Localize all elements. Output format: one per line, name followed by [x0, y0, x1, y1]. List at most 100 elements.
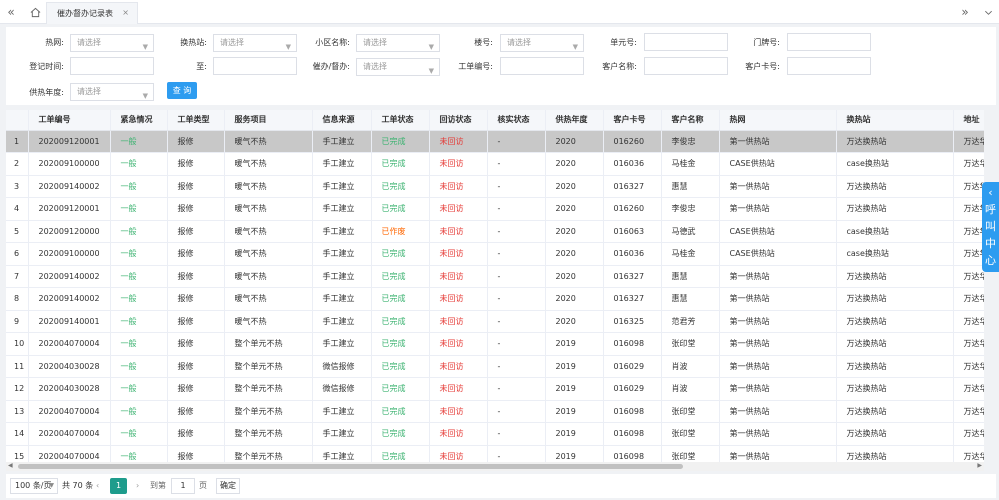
table-cell: 9 — [6, 310, 29, 333]
column-header[interactable]: 地址 — [953, 110, 984, 131]
table-cell: 马德武 — [661, 220, 720, 243]
table-row[interactable]: 5 202009120000 一般 报修 暖气不热 手工建立 已作废 未回访 -2020 0160… — [6, 220, 984, 243]
scroll-right-arrow-icon[interactable]: ▶ — [977, 462, 982, 469]
table-row[interactable]: 3 202009140002 一般 报修 暖气不热 手工建立 已完成 未回访 -2020 0163… — [6, 175, 984, 198]
table-cell: case换热站 — [836, 152, 954, 176]
table-cell: 张印堂 — [661, 332, 720, 356]
table-cell: - — [487, 445, 546, 462]
table-cell: CASE供热站 — [719, 152, 837, 176]
table-cell: 未回访 — [429, 287, 488, 311]
table-cell: 范君芳 — [661, 310, 720, 333]
scrollbar-thumb[interactable] — [18, 464, 683, 469]
table-cell: 报修 — [167, 445, 225, 462]
home-icon[interactable] — [24, 0, 46, 24]
reg-time-start-input[interactable] — [70, 57, 154, 75]
column-header[interactable]: 工单状态 — [371, 110, 430, 131]
column-header[interactable] — [6, 110, 29, 131]
column-header[interactable]: 工单编号 — [28, 110, 111, 131]
unit-input[interactable] — [644, 33, 728, 51]
table-row[interactable]: 6 202009100000 一般 报修 暖气不热 手工建立 已完成 未回访 -2020 0160… — [6, 242, 984, 266]
table-row[interactable]: 13 202004070004 一般 报修 整个单元不热 手工建立 已完成 未回访 -2019 0… — [6, 400, 984, 423]
table-cell: - — [487, 152, 546, 176]
table-cell: 2019 — [545, 400, 604, 423]
table-cell: 已完成 — [371, 332, 430, 356]
horizontal-scrollbar[interactable]: ◀ ▶ — [6, 462, 984, 471]
order-no-input[interactable] — [500, 57, 584, 75]
table-row[interactable]: 1 202009120001 一般 报修 暖气不热 手工建立 已完成 未回访 -2020 0162… — [6, 130, 984, 153]
community-select[interactable]: 请选择 ▼ — [356, 34, 440, 52]
call-center-button[interactable]: ‹ 呼叫中心 — [982, 182, 999, 272]
customer-name-label: 客户名称: — [602, 62, 637, 71]
scroll-left-arrow-icon[interactable]: ◀ — [8, 462, 13, 469]
table-cell: - — [487, 242, 546, 266]
table-row[interactable]: 2 202009100000 一般 报修 暖气不热 手工建立 已完成 未回访 -2020 0160… — [6, 152, 984, 176]
table-row[interactable]: 14 202004070004 一般 报修 整个单元不热 手工建立 已完成 未回访 -2019 0… — [6, 422, 984, 446]
prev-page-icon[interactable]: ‹ — [96, 478, 99, 494]
table-cell: 张印堂 — [661, 445, 720, 462]
table-cell: 未回访 — [429, 377, 488, 401]
close-icon[interactable]: × — [122, 8, 129, 17]
table-cell: 手工建立 — [312, 175, 372, 198]
to-label: 至: — [196, 62, 207, 71]
customer-name-input[interactable] — [644, 57, 728, 75]
page-1-button[interactable]: 1 — [110, 478, 127, 494]
column-header[interactable]: 客户名称 — [661, 110, 720, 131]
column-header[interactable]: 供热年度 — [545, 110, 604, 131]
table-cell: 报修 — [167, 197, 225, 221]
table-cell: 第一供热站 — [719, 355, 837, 378]
table-cell: 016260 — [603, 197, 662, 221]
table-row[interactable]: 12 202004030028 一般 报修 整个单元不热 微信报修 已完成 未回访 -2019 0… — [6, 377, 984, 401]
table-cell: - — [487, 422, 546, 446]
table-cell: 第一供热站 — [719, 197, 837, 221]
table-cell: 已作废 — [371, 220, 430, 243]
season-select[interactable]: 请选择 ▼ — [70, 83, 154, 101]
query-button[interactable]: 查 询 — [167, 82, 197, 99]
customer-card-input[interactable] — [787, 57, 871, 75]
goto-page-input[interactable]: 1 — [171, 478, 195, 494]
table-cell: 报修 — [167, 265, 225, 288]
table-cell: 016029 — [603, 355, 662, 378]
urge-type-select[interactable]: 请选择 ▼ — [356, 58, 440, 76]
column-header[interactable]: 服务项目 — [224, 110, 313, 131]
confirm-button[interactable]: 确定 — [216, 478, 240, 494]
table-cell: 已完成 — [371, 242, 430, 266]
reg-time-end-input[interactable] — [213, 57, 297, 75]
table-cell: 万达换热站 — [836, 355, 954, 378]
table-row[interactable]: 4 202009120001 一般 报修 暖气不热 手工建立 已完成 未回访 -2020 0162… — [6, 197, 984, 221]
table-cell: 报修 — [167, 152, 225, 176]
column-header[interactable]: 热网 — [719, 110, 837, 131]
table-row[interactable]: 10 202004070004 一般 报修 整个单元不热 手工建立 已完成 未回访 -2019 0… — [6, 332, 984, 356]
tab-urge-records[interactable]: 催办督办记录表 × — [46, 2, 138, 24]
column-header[interactable]: 工单类型 — [167, 110, 225, 131]
chevron-down-icon[interactable] — [977, 0, 999, 24]
table-row[interactable]: 11 202004030028 一般 报修 整个单元不热 微信报修 已完成 未回访 -2019 0… — [6, 355, 984, 378]
table-cell: 暖气不热 — [224, 287, 313, 311]
table-cell: case换热站 — [836, 242, 954, 266]
column-header[interactable]: 回访状态 — [429, 110, 488, 131]
door-input[interactable] — [787, 33, 871, 51]
table-cell: 报修 — [167, 332, 225, 356]
tab-bar: « 催办督办记录表 × » — [0, 0, 999, 24]
table-cell: - — [487, 220, 546, 243]
table-row[interactable]: 8 202009140002 一般 报修 暖气不热 手工建立 已完成 未回访 -2020 0163… — [6, 287, 984, 311]
table-row[interactable]: 9 202009140001 一般 报修 暖气不热 手工建立 已完成 未回访 -2020 0163… — [6, 310, 984, 333]
heat-network-select[interactable]: 请选择 ▼ — [70, 34, 154, 52]
table-cell: 016327 — [603, 287, 662, 311]
exchange-station-select[interactable]: 请选择 ▼ — [213, 34, 297, 52]
page-size-select[interactable]: 100 条/页 ▼ — [10, 478, 58, 494]
scroll-right-icon[interactable]: » — [954, 0, 976, 24]
column-header[interactable]: 核实状态 — [487, 110, 546, 131]
next-page-icon[interactable]: › — [136, 478, 139, 494]
building-select[interactable]: 请选择 ▼ — [500, 34, 584, 52]
column-header[interactable]: 信息来源 — [312, 110, 372, 131]
scroll-left-icon[interactable]: « — [0, 0, 22, 24]
table-cell: 202004030028 — [28, 377, 111, 401]
table-cell: 一般 — [110, 332, 168, 356]
table-cell: 一般 — [110, 242, 168, 266]
column-header[interactable]: 紧急情况 — [110, 110, 168, 131]
table-row[interactable]: 7 202009140002 一般 报修 暖气不热 手工建立 已完成 未回访 -2020 0163… — [6, 265, 984, 288]
column-header[interactable]: 客户卡号 — [603, 110, 662, 131]
column-header[interactable]: 换热站 — [836, 110, 954, 131]
table-cell: 马桂金 — [661, 152, 720, 176]
table-row[interactable]: 15 202004070004 一般 报修 整个单元不热 手工建立 已完成 未回访 -2019 0… — [6, 445, 984, 462]
